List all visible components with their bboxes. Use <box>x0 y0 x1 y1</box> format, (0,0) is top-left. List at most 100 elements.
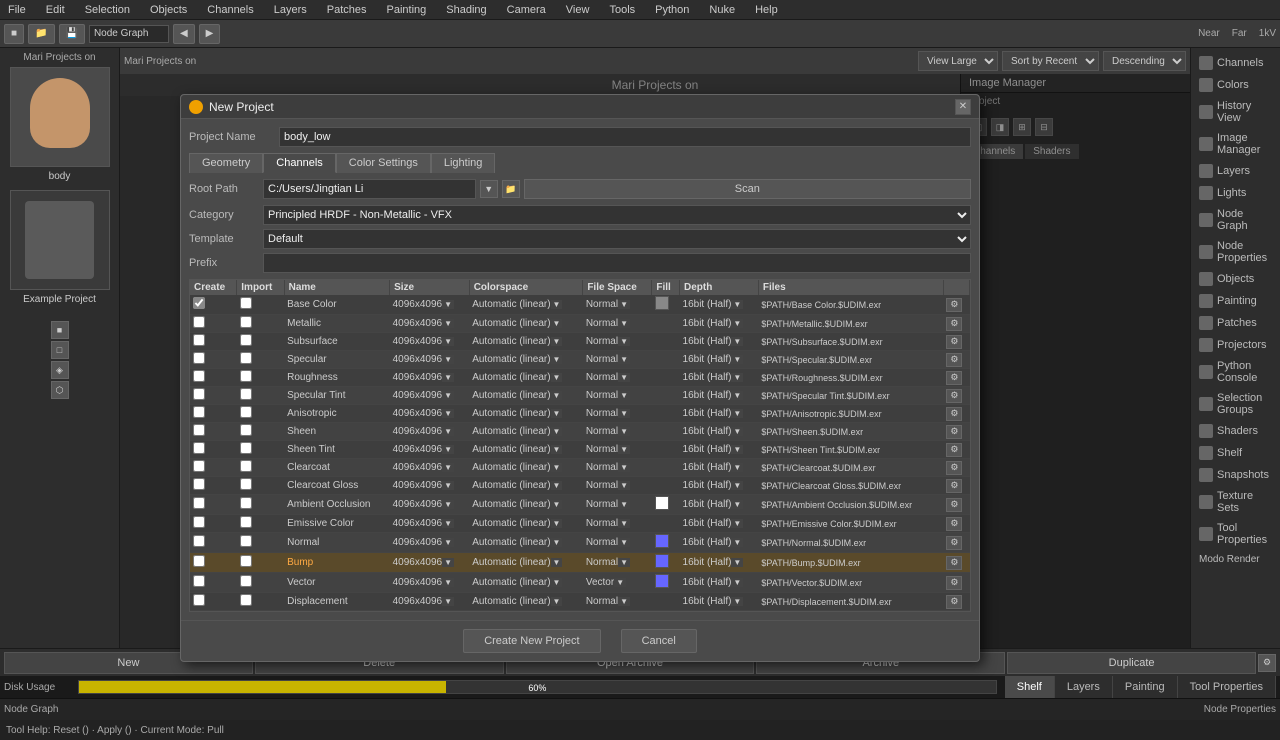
sidebar-channels[interactable]: Channels <box>1191 52 1280 74</box>
prefix-input[interactable] <box>263 253 971 273</box>
row-16-size-dropdown[interactable]: ▼ <box>442 597 454 606</box>
row-5-colorspace-dropdown[interactable]: ▼ <box>551 391 563 400</box>
sidebar-modo-render[interactable]: Modo Render <box>1191 550 1280 569</box>
row-11-import-checkbox[interactable] <box>240 497 252 509</box>
row-0-size-dropdown[interactable]: ▼ <box>442 300 454 309</box>
row-6-fill[interactable] <box>652 405 680 423</box>
row-10-depth-dropdown[interactable]: ▼ <box>731 481 743 490</box>
row-13-fill[interactable] <box>652 533 680 553</box>
row-14-fill[interactable] <box>652 553 680 573</box>
tab-geometry[interactable]: Geometry <box>189 153 263 173</box>
sidebar-python-console[interactable]: Python Console <box>1191 356 1280 388</box>
row-7-import-checkbox[interactable] <box>240 424 252 436</box>
row-16-filespace-dropdown[interactable]: ▼ <box>618 597 630 606</box>
sidebar-colors[interactable]: Colors <box>1191 74 1280 96</box>
row-4-create-checkbox[interactable] <box>193 370 205 382</box>
tab-lighting[interactable]: Lighting <box>431 153 496 173</box>
row-3-import-checkbox[interactable] <box>240 352 252 364</box>
sidebar-layers[interactable]: Layers <box>1191 160 1280 182</box>
save-toolbar-btn[interactable]: 💾 <box>59 24 85 44</box>
row-13-colorspace-dropdown[interactable]: ▼ <box>551 538 563 547</box>
tool-icon-4[interactable]: ⬡ <box>51 381 69 399</box>
row-8-depth-dropdown[interactable]: ▼ <box>731 445 743 454</box>
menu-python[interactable]: Python <box>651 4 693 16</box>
row-14-colorspace-dropdown[interactable]: ▼ <box>551 558 563 567</box>
row-10-colorspace-dropdown[interactable]: ▼ <box>551 481 563 490</box>
view-large-select[interactable]: View Large <box>918 51 998 71</box>
row-6-import-checkbox[interactable] <box>240 406 252 418</box>
row-15-colorspace-dropdown[interactable]: ▼ <box>551 578 563 587</box>
sidebar-node-properties[interactable]: Node Properties <box>1191 236 1280 268</box>
row-10-filespace-dropdown[interactable]: ▼ <box>618 481 630 490</box>
row-4-action-button[interactable]: ⚙ <box>946 371 962 385</box>
category-select[interactable]: Principled HRDF - Non-Metallic - VFX <box>263 205 971 225</box>
row-15-import-checkbox[interactable] <box>240 575 252 587</box>
row-12-action-button[interactable]: ⚙ <box>946 517 962 531</box>
row-9-create-checkbox[interactable] <box>193 460 205 472</box>
row-12-filespace-dropdown[interactable]: ▼ <box>618 519 630 528</box>
row-3-fill[interactable] <box>652 351 680 369</box>
row-9-depth-dropdown[interactable]: ▼ <box>731 463 743 472</box>
row-12-create-checkbox[interactable] <box>193 516 205 528</box>
row-6-action-button[interactable]: ⚙ <box>946 407 962 421</box>
row-14-action-button[interactable]: ⚙ <box>946 556 962 570</box>
new-toolbar-btn[interactable]: ■ <box>4 24 24 44</box>
row-12-size-dropdown[interactable]: ▼ <box>442 519 454 528</box>
row-10-import-checkbox[interactable] <box>240 478 252 490</box>
row-0-depth-dropdown[interactable]: ▼ <box>731 300 743 309</box>
row-14-filespace-dropdown[interactable]: ▼ <box>618 558 630 567</box>
row-4-size-dropdown[interactable]: ▼ <box>442 373 454 382</box>
row-1-import-checkbox[interactable] <box>240 316 252 328</box>
row-0-import-checkbox[interactable] <box>240 297 252 309</box>
sidebar-shelf[interactable]: Shelf <box>1191 442 1280 464</box>
row-8-import-checkbox[interactable] <box>240 442 252 454</box>
row-0-fill[interactable] <box>652 295 680 315</box>
row-2-import-checkbox[interactable] <box>240 334 252 346</box>
row-1-fill[interactable] <box>652 315 680 333</box>
row-13-action-button[interactable]: ⚙ <box>946 536 962 550</box>
row-10-fill[interactable] <box>652 477 680 495</box>
root-path-input[interactable] <box>263 179 476 199</box>
status-tab-painting[interactable]: Painting <box>1113 676 1178 698</box>
sidebar-image-manager[interactable]: Image Manager <box>1191 128 1280 160</box>
row-5-create-checkbox[interactable] <box>193 388 205 400</box>
row-16-depth-dropdown[interactable]: ▼ <box>731 597 743 606</box>
sidebar-texture-sets[interactable]: Texture Sets <box>1191 486 1280 518</box>
sidebar-node-graph[interactable]: Node Graph <box>1191 204 1280 236</box>
toolbar-btn2[interactable]: ◀ <box>173 24 195 44</box>
menu-nuke[interactable]: Nuke <box>705 4 739 16</box>
sort-by-select[interactable]: Sort by Recent <box>1002 51 1099 71</box>
row-11-action-button[interactable]: ⚙ <box>946 498 962 512</box>
scan-button[interactable]: Scan <box>524 179 971 199</box>
row-6-colorspace-dropdown[interactable]: ▼ <box>551 409 563 418</box>
row-5-action-button[interactable]: ⚙ <box>946 389 962 403</box>
row-16-colorspace-dropdown[interactable]: ▼ <box>551 597 563 606</box>
row-15-size-dropdown[interactable]: ▼ <box>442 578 454 587</box>
menu-channels[interactable]: Channels <box>203 4 257 16</box>
row-14-import-checkbox[interactable] <box>240 555 252 567</box>
row-9-size-dropdown[interactable]: ▼ <box>442 463 454 472</box>
row-11-fill-swatch[interactable] <box>655 496 669 510</box>
row-14-fill-swatch[interactable] <box>655 554 669 568</box>
row-4-colorspace-dropdown[interactable]: ▼ <box>551 373 563 382</box>
row-9-filespace-dropdown[interactable]: ▼ <box>618 463 630 472</box>
row-3-create-checkbox[interactable] <box>193 352 205 364</box>
tool-icon-1[interactable]: ■ <box>51 321 69 339</box>
status-tab-tool-properties[interactable]: Tool Properties <box>1178 676 1276 698</box>
open-toolbar-btn[interactable]: 📁 <box>28 24 54 44</box>
row-12-fill[interactable] <box>652 515 680 533</box>
row-1-create-checkbox[interactable] <box>193 316 205 328</box>
row-6-size-dropdown[interactable]: ▼ <box>442 409 454 418</box>
sidebar-projectors[interactable]: Projectors <box>1191 334 1280 356</box>
duplicate-button[interactable]: Duplicate <box>1007 652 1256 674</box>
row-16-fill[interactable] <box>652 593 680 611</box>
row-3-depth-dropdown[interactable]: ▼ <box>731 355 743 364</box>
row-2-colorspace-dropdown[interactable]: ▼ <box>551 337 563 346</box>
bottom-settings-btn[interactable]: ⚙ <box>1258 654 1276 672</box>
row-4-depth-dropdown[interactable]: ▼ <box>731 373 743 382</box>
row-9-action-button[interactable]: ⚙ <box>946 461 962 475</box>
row-8-size-dropdown[interactable]: ▼ <box>442 445 454 454</box>
sidebar-objects[interactable]: Objects <box>1191 268 1280 290</box>
row-15-filespace-dropdown[interactable]: ▼ <box>614 578 626 587</box>
row-8-colorspace-dropdown[interactable]: ▼ <box>551 445 563 454</box>
